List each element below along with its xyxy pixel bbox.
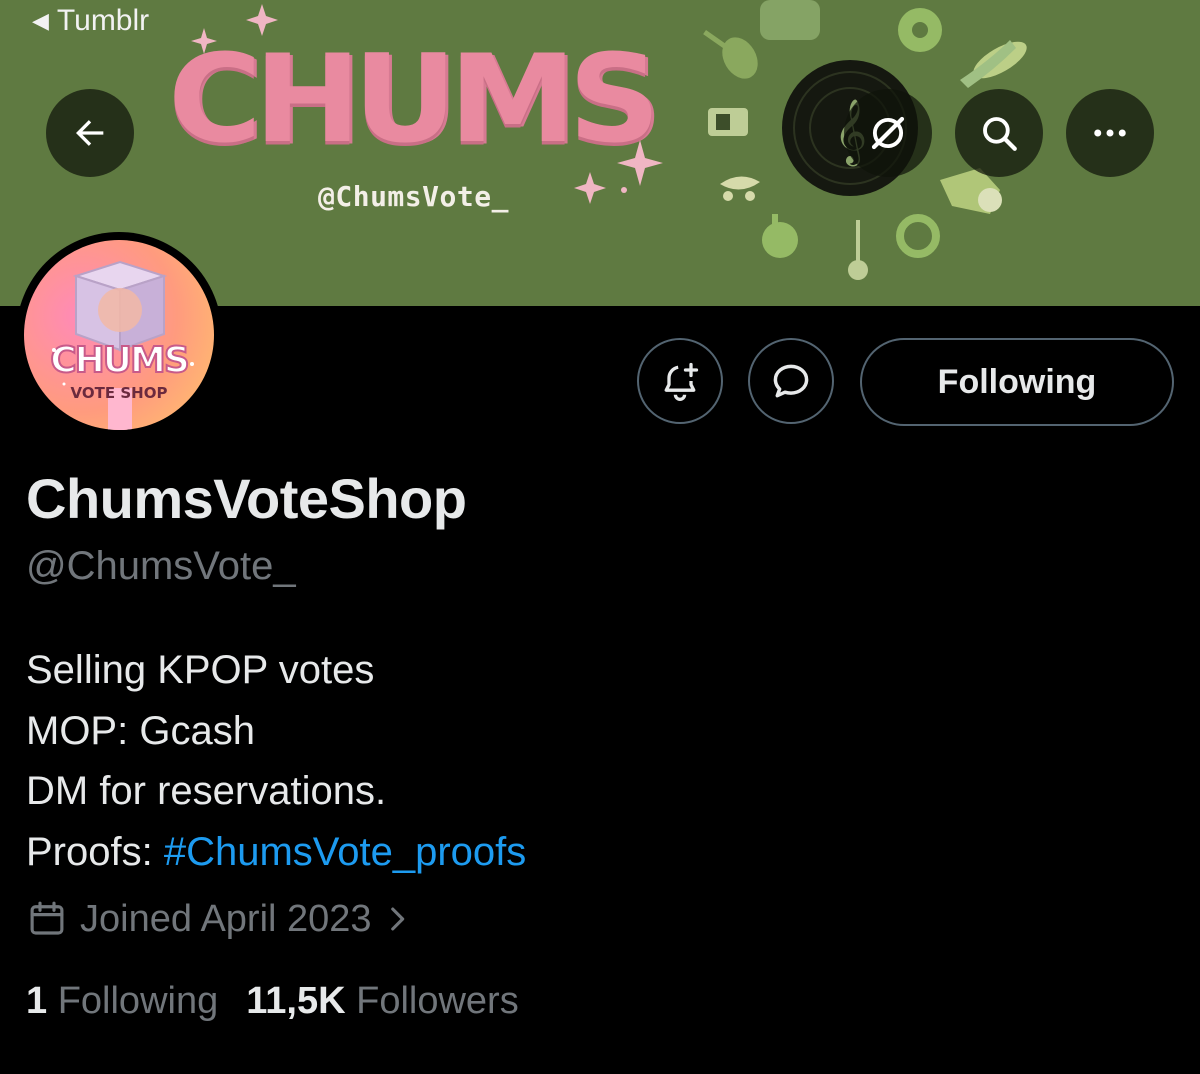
more-dots-icon — [1094, 129, 1126, 137]
message-bubble-icon — [773, 364, 809, 398]
following-stat[interactable]: 1 Following — [26, 980, 218, 1022]
slashed-circle-icon — [871, 116, 905, 150]
calendar-icon — [30, 901, 64, 935]
banner-handle: @ChumsVote_ — [318, 180, 509, 213]
avatar-logo: CHUMS VOTE SHOP — [49, 260, 194, 430]
following-label: Following — [57, 980, 219, 1022]
bio-line: DM for reservations. — [26, 769, 387, 813]
profile-handle: @ChumsVote_ — [26, 544, 296, 588]
search-button[interactable] — [955, 89, 1043, 177]
avatar-title-text: CHUMS — [50, 340, 188, 381]
display-name: ChumsVoteShop — [26, 467, 467, 530]
more-button[interactable] — [1066, 89, 1154, 177]
grok-button[interactable] — [844, 89, 932, 177]
profile-bio: Selling KPOP votes MOP: Gcash DM for res… — [26, 640, 526, 882]
avatar[interactable]: CHUMS VOTE SHOP — [24, 240, 214, 430]
arrow-left-icon — [76, 120, 104, 146]
status-back-to-app[interactable]: ◀ Tumblr — [32, 4, 149, 38]
bio-line: Selling KPOP votes — [26, 648, 375, 692]
followers-count: 11,5K — [246, 980, 346, 1022]
avatar-subtitle-text: VOTE SHOP — [71, 384, 168, 402]
bio-proofs-prefix: Proofs: — [26, 829, 164, 874]
notify-button[interactable] — [637, 338, 723, 424]
follow-stats: 1 Following 11,5K Followers — [26, 980, 519, 1023]
bio-line-proofs: Proofs: #ChumsVote_proofs — [26, 822, 526, 883]
bio-line: MOP: Gcash — [26, 708, 255, 753]
joined-date[interactable]: Joined April 2023 — [26, 896, 426, 942]
following-count: 1 — [26, 980, 48, 1022]
chevron-right-icon — [390, 907, 404, 931]
message-button[interactable] — [748, 338, 834, 424]
joined-text: Joined April 2023 — [80, 897, 372, 940]
back-triangle-icon: ◀ — [32, 8, 49, 33]
followers-stat[interactable]: 11,5K Followers — [246, 980, 518, 1022]
back-button[interactable] — [46, 89, 134, 177]
following-button[interactable]: Following — [860, 338, 1174, 426]
search-icon — [983, 117, 1017, 151]
hashtag-link[interactable]: #ChumsVote_proofs — [164, 830, 526, 874]
followers-label: Followers — [356, 980, 519, 1022]
banner-title: CHUMS — [168, 28, 661, 171]
bell-plus-icon — [664, 362, 699, 401]
